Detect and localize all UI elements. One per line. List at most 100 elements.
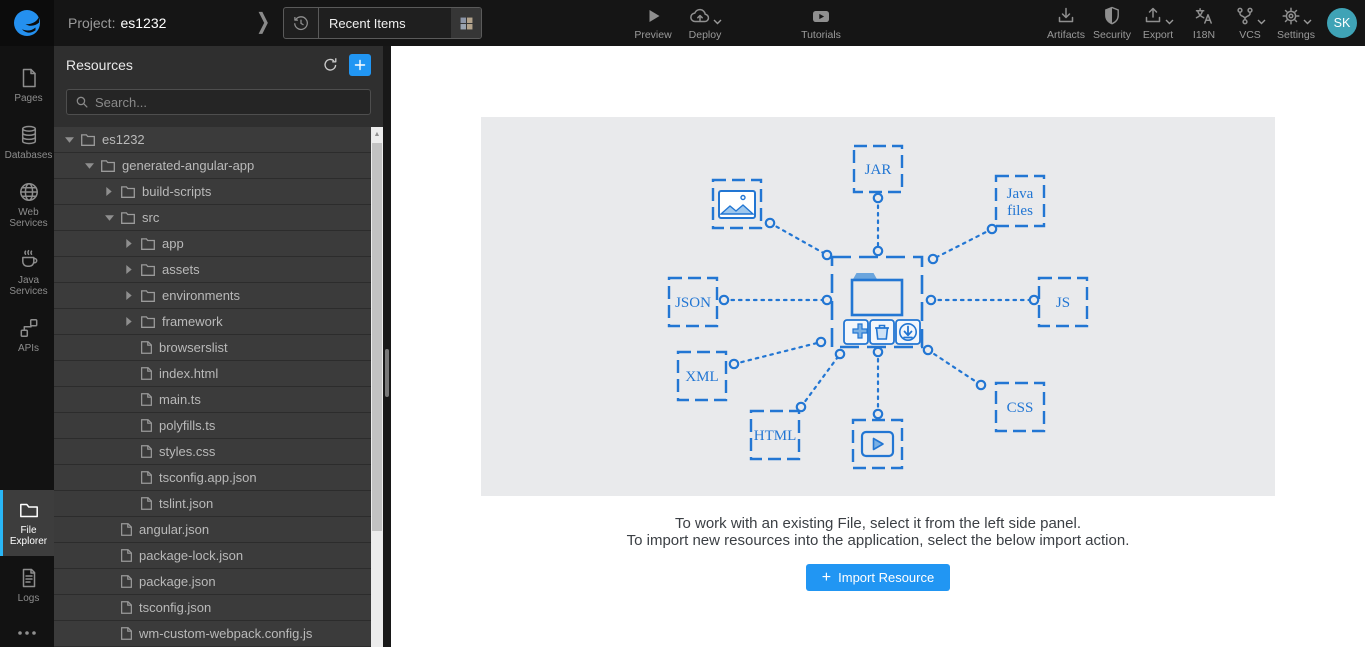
coffee-icon <box>18 249 40 271</box>
tree-row-framework[interactable]: framework <box>54 309 371 335</box>
tree-row-polyfills-ts[interactable]: polyfills.ts <box>54 413 371 439</box>
tree-row-tsconfig-app-json[interactable]: tsconfig.app.json <box>54 465 371 491</box>
topbar-action-deploy[interactable]: Deploy <box>682 0 728 46</box>
tree-folder-icon <box>121 185 135 198</box>
import-resource-button[interactable]: + Import Resource <box>805 564 951 591</box>
chevron-down-icon <box>1303 19 1312 25</box>
topbar-action-vcs[interactable]: VCS <box>1227 0 1273 46</box>
tree-folder-icon <box>141 315 155 328</box>
file-tree: es1232 generated-angular-app build-scripts… <box>54 127 371 647</box>
tree-file-icon <box>121 627 132 640</box>
upload-icon <box>1143 6 1163 26</box>
caret-right-icon <box>104 187 114 196</box>
tree-scrollbar[interactable]: ▲ <box>371 127 383 647</box>
chevron-down-icon <box>1165 19 1174 25</box>
topbar-action-export[interactable]: Export <box>1135 0 1181 46</box>
tree-label: framework <box>162 314 223 329</box>
tree-row-package-json[interactable]: package.json <box>54 569 371 595</box>
instructions-line-1: To work with an existing File, select it… <box>674 515 1081 532</box>
caret-right-icon <box>124 265 134 274</box>
tree-file-icon <box>141 393 152 406</box>
tree-label: angular.json <box>139 522 210 537</box>
tree-row-main-ts[interactable]: main.ts <box>54 387 371 413</box>
logs-icon <box>18 567 40 589</box>
topbar-action-artifacts[interactable]: Artifacts <box>1043 0 1089 46</box>
caret-down-icon <box>64 136 74 143</box>
sidebar: Pages Databases Web Services Java Services A… <box>0 46 54 647</box>
caret-down-icon <box>104 214 114 221</box>
tree-row-styles-css[interactable]: styles.css <box>54 439 371 465</box>
topbar-action-preview[interactable]: Preview <box>630 0 676 46</box>
tree-label: tslint.json <box>159 496 214 511</box>
tree-row-es1232[interactable]: es1232 <box>54 127 371 153</box>
shield-icon <box>1102 6 1122 26</box>
topbar-action-tutorials[interactable]: Tutorials <box>798 0 844 46</box>
folder-icon <box>18 499 40 521</box>
gear-icon <box>1281 6 1301 26</box>
center-folder-node <box>830 255 924 349</box>
resources-panel: Resources Search... es1232 generated-ang… <box>54 46 383 647</box>
node-label-java-1: Java <box>1007 186 1034 202</box>
search-input[interactable] <box>95 94 362 110</box>
chevron-down-icon <box>1257 19 1266 25</box>
topbar-action-i18n[interactable]: I18N <box>1181 0 1227 46</box>
youtube-icon <box>810 6 832 26</box>
topbar-action-label: Artifacts <box>1047 28 1085 41</box>
node-label-java-2: files <box>1007 203 1033 219</box>
refresh-icon[interactable] <box>322 56 339 73</box>
tree-folder-icon <box>141 289 155 302</box>
caret-right-icon <box>124 239 134 248</box>
topbar-action-label: Tutorials <box>801 28 841 41</box>
topbar: Project: es1232 ❯ Recent Items Preview D… <box>0 0 1365 46</box>
sidebar-item-logs[interactable]: Logs <box>0 558 54 613</box>
add-resource-button[interactable] <box>349 53 371 76</box>
tree-label: main.ts <box>159 392 201 407</box>
tree-row-generated-angular-app[interactable]: generated-angular-app <box>54 153 371 179</box>
topbar-action-security[interactable]: Security <box>1089 0 1135 46</box>
sidebar-more-button[interactable] <box>0 615 54 647</box>
panel-dark-scrollbar[interactable] <box>383 46 391 647</box>
tree-row-build-scripts[interactable]: build-scripts <box>54 179 371 205</box>
tree-scrollbar-thumb[interactable] <box>372 143 382 531</box>
sidebar-item-file-explorer[interactable]: File Explorer <box>0 490 54 556</box>
tree-row-src[interactable]: src <box>54 205 371 231</box>
topbar-action-label: I18N <box>1192 28 1216 41</box>
topbar-action-label: Preview <box>634 28 672 41</box>
sidebar-item-java-services[interactable]: Java Services <box>0 240 54 306</box>
panel-dark-scrollbar-thumb[interactable] <box>385 349 389 397</box>
tree-row-assets[interactable]: assets <box>54 257 371 283</box>
tree-file-icon <box>121 575 132 588</box>
search-box[interactable] <box>66 89 371 115</box>
tree-row-wm-custom-webpack-config-js[interactable]: wm-custom-webpack.config.js <box>54 621 371 647</box>
tree-file-icon <box>141 367 152 380</box>
search-icon <box>75 95 89 109</box>
tree-row-package-lock-json[interactable]: package-lock.json <box>54 543 371 569</box>
wavemaker-logo[interactable] <box>0 0 54 46</box>
tree-folder-icon <box>141 237 155 250</box>
tree-label: wm-custom-webpack.config.js <box>139 626 313 641</box>
topbar-action-settings[interactable]: Settings <box>1273 0 1319 46</box>
delete-file-icon[interactable] <box>875 324 889 340</box>
tree-file-icon <box>141 497 152 510</box>
tree-row-index-html[interactable]: index.html <box>54 361 371 387</box>
chevron-right-icon[interactable]: ❯ <box>256 9 270 35</box>
sidebar-item-databases[interactable]: Databases <box>0 115 54 170</box>
tree-row-app[interactable]: app <box>54 231 371 257</box>
chevron-down-icon <box>713 19 722 25</box>
topbar-action-label: VCS <box>1239 28 1261 41</box>
tree-row-browserslist[interactable]: browserslist <box>54 335 371 361</box>
topbar-action-label: Security <box>1093 28 1131 41</box>
tree-label: package-lock.json <box>139 548 244 563</box>
tree-row-tslint-json[interactable]: tslint.json <box>54 491 371 517</box>
tree-file-icon <box>141 419 152 432</box>
tree-row-tsconfig-json[interactable]: tsconfig.json <box>54 595 371 621</box>
tree-row-angular-json[interactable]: angular.json <box>54 517 371 543</box>
sidebar-item-web-services[interactable]: Web Services <box>0 172 54 238</box>
user-avatar[interactable]: SK <box>1327 8 1357 38</box>
tree-row-environments[interactable]: environments <box>54 283 371 309</box>
grid-icon[interactable] <box>451 8 481 38</box>
sidebar-item-pages[interactable]: Pages <box>0 58 54 113</box>
recent-items-dropdown[interactable]: Recent Items <box>283 7 482 39</box>
scroll-up-icon[interactable]: ▲ <box>371 127 383 141</box>
sidebar-item-apis[interactable]: APIs <box>0 308 54 363</box>
